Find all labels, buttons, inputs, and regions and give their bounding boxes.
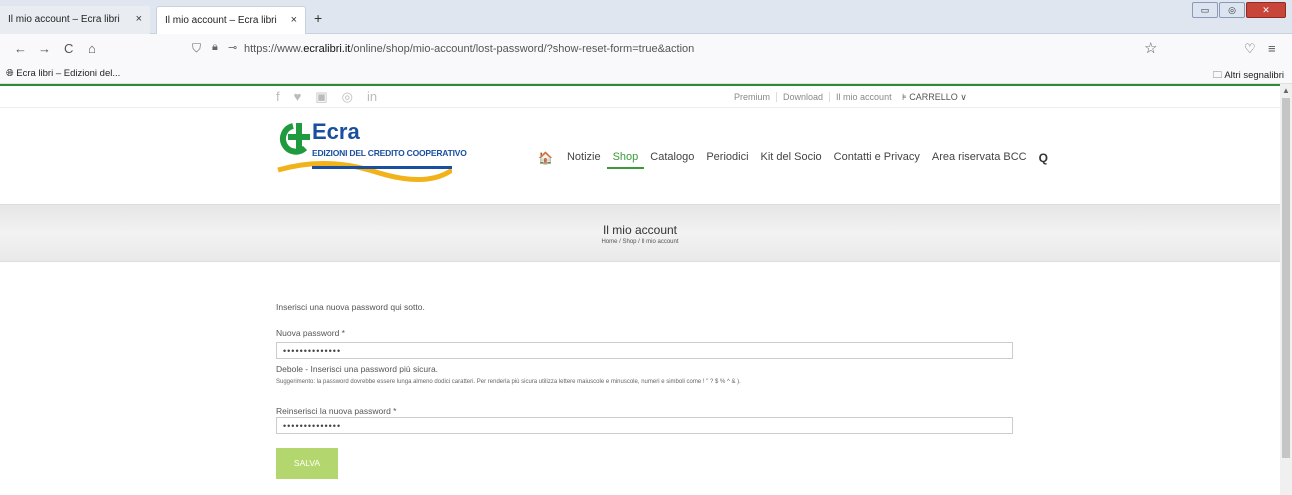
cart-button[interactable]: ⊧ CARRELLO ∨ [902, 92, 967, 103]
breadcrumb: Home / Shop / Il mio account [601, 239, 679, 245]
repeat-password-label: Reinserisci la nuova password * [276, 406, 397, 416]
social-links: f ♥ ▣ ◎ in [276, 89, 377, 105]
maximize-button[interactable]: ◎ [1219, 2, 1245, 18]
browser-tab-active[interactable]: Il mio account – Ecra libri × [156, 6, 306, 34]
menu-item-notizie[interactable]: Notizie [561, 151, 607, 169]
new-tab-button[interactable]: + [314, 10, 322, 26]
menu-item-kit-socio[interactable]: Kit del Socio [755, 151, 828, 169]
linkedin-icon[interactable]: in [367, 89, 377, 105]
bookmark-other-folder[interactable]: 🗀︎ Altri segnalibri [1213, 68, 1284, 84]
menu-item-area-riservata[interactable]: Area riservata BCC [926, 151, 1033, 169]
menu-item-contatti[interactable]: Contatti e Privacy [828, 151, 926, 169]
ecra-logo[interactable]: Ecra EDIZIONI DEL CREDITO COOPERATIVO [276, 118, 467, 188]
scrollbar-thumb[interactable] [1282, 98, 1290, 458]
top-links: Premium Download Il mio account [728, 92, 898, 102]
pocket-icon[interactable]: ♡ [1244, 41, 1256, 57]
search-icon[interactable]: Q [1033, 151, 1054, 169]
reload-icon[interactable]: C [64, 41, 73, 56]
top-link-premium[interactable]: Premium [728, 92, 778, 102]
top-link-account[interactable]: Il mio account [830, 92, 898, 102]
forward-arrow-icon[interactable]: → [38, 41, 51, 56]
new-password-field[interactable]: •••••••••••••• [276, 342, 1013, 359]
address-bar[interactable]: ⛉ 🔒︎ ⊸ https://www.ecralibri.it/online/s… [186, 38, 1161, 60]
logo-word: Ecra [312, 119, 360, 144]
facebook-icon[interactable]: f [276, 89, 280, 105]
chevron-down-icon: ∨ [960, 92, 967, 102]
form-intro: Inserisci una nuova password qui sotto. [276, 302, 425, 312]
window-controls: ▭ ◎ ✕ [1192, 2, 1286, 18]
save-button[interactable]: SALVA [276, 448, 338, 479]
site-top-bar: f ♥ ▣ ◎ in Premium Download Il mio accou… [0, 86, 1280, 108]
page-scrollbar[interactable]: ▲ [1280, 84, 1292, 495]
logo-subtitle: EDIZIONI DEL CREDITO COOPERATIVO [312, 148, 467, 158]
menu-item-catalogo[interactable]: Catalogo [644, 151, 700, 169]
url-text: https://www.ecralibri.it/online/shop/mio… [244, 43, 695, 55]
password-hint: Suggerimento: la password dovrebbe esser… [276, 379, 741, 385]
home-icon[interactable]: ⌂ [88, 41, 96, 56]
close-window-button[interactable]: ✕ [1246, 2, 1286, 18]
password-strength: Debole - Inserisci una password più sicu… [276, 364, 439, 374]
main-menu: 🏠 Notizie Shop Catalogo Periodici Kit de… [532, 151, 1054, 169]
home-icon[interactable]: 🏠 [532, 151, 561, 169]
bookmark-star-icon[interactable]: ☆ [1144, 39, 1157, 57]
browser-nav-bar: ← → C ⌂ ⛉ 🔒︎ ⊸ https://www.ecralibri.it/… [0, 34, 1292, 64]
bookmark-ecra-libri[interactable]: 🌐︎ Ecra libri – Edizioni del... [6, 68, 120, 79]
instagram-icon[interactable]: ◎ [342, 89, 353, 105]
browser-tab[interactable]: Il mio account – Ecra libri × [0, 6, 150, 34]
repeat-password-field[interactable]: •••••••••••••• [276, 417, 1013, 434]
close-tab-icon[interactable]: × [136, 13, 142, 25]
cart-icon: ⊧ [902, 92, 907, 102]
menu-item-shop[interactable]: Shop [606, 151, 645, 169]
lock-icon[interactable]: 🔒︎ [212, 41, 218, 54]
page-title: Il mio account [602, 223, 678, 237]
top-link-download[interactable]: Download [777, 92, 831, 102]
youtube-icon[interactable]: ▣ [315, 89, 327, 105]
minimize-button[interactable]: ▭ [1192, 2, 1218, 18]
new-password-label: Nuova password * [276, 328, 345, 338]
menu-icon[interactable]: ≡ [1268, 41, 1276, 56]
back-arrow-icon[interactable]: ← [14, 41, 27, 56]
page-title-banner: Il mio account Home / Shop / Il mio acco… [0, 204, 1280, 262]
close-tab-icon[interactable]: × [291, 14, 297, 26]
menu-item-periodici[interactable]: Periodici [700, 151, 754, 169]
key-icon[interactable]: ⊸ [228, 41, 237, 54]
bookmarks-bar: 🌐︎ Ecra libri – Edizioni del... 🗀︎ Altri… [0, 64, 1292, 84]
cart-label: CARRELLO [909, 92, 958, 102]
twitter-icon[interactable]: ♥ [294, 89, 302, 105]
browser-tab-bar: Il mio account – Ecra libri × Il mio acc… [0, 0, 1292, 34]
tab-title: Il mio account – Ecra libri [8, 14, 120, 25]
scroll-up-icon[interactable]: ▲ [1282, 86, 1290, 95]
shield-icon[interactable]: ⛉ [192, 41, 201, 56]
tab-title: Il mio account – Ecra libri [165, 15, 277, 26]
site-header: Ecra EDIZIONI DEL CREDITO COOPERATIVO 🏠 … [0, 108, 1280, 204]
